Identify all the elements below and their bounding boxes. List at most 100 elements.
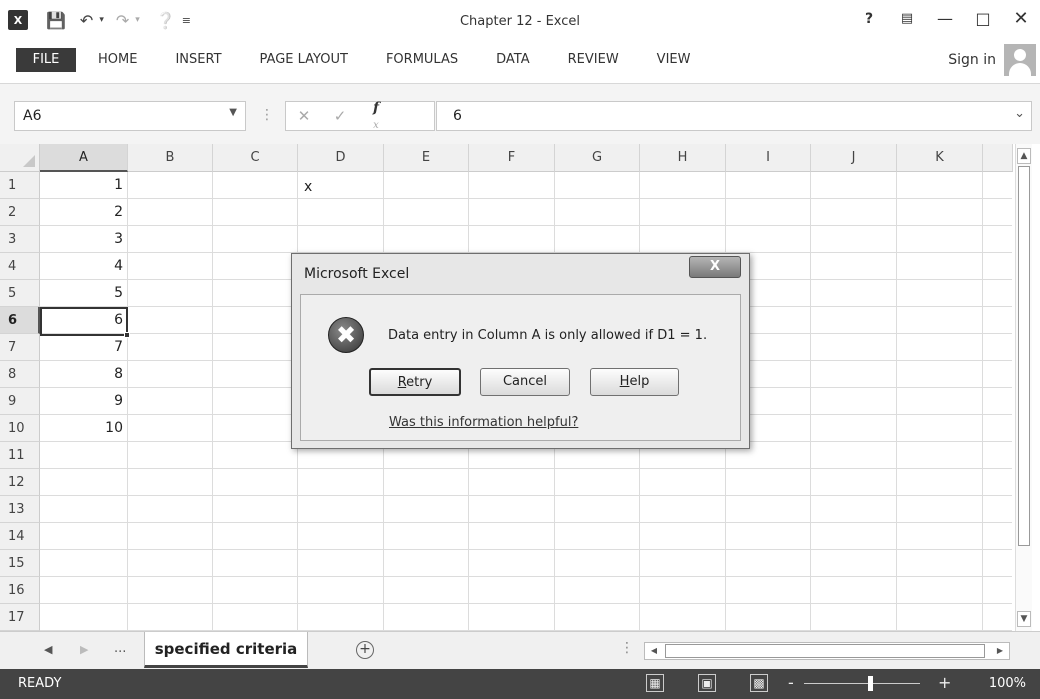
column-header-i[interactable]: I bbox=[726, 144, 811, 172]
tab-file[interactable]: FILE bbox=[16, 48, 76, 72]
column-header-e[interactable]: E bbox=[384, 144, 469, 172]
sign-in-link[interactable]: Sign in bbox=[948, 52, 996, 68]
cell-a8[interactable]: 8 bbox=[40, 361, 127, 388]
tab-data[interactable]: DATA bbox=[496, 48, 530, 72]
normal-view-icon[interactable]: ▦ bbox=[646, 674, 664, 692]
row-header-2[interactable]: 2 bbox=[0, 199, 40, 226]
row-header-4[interactable]: 4 bbox=[0, 253, 40, 280]
expand-formula-bar-icon[interactable]: ⌄ bbox=[1014, 106, 1025, 121]
excel-window: X 💾 ↶ ▾ ↷ ▾ ❔ ≡ Chapter 12 - Excel ? ▤ —… bbox=[0, 0, 1040, 699]
sheet-tab-specified-criteria[interactable]: specified criteria bbox=[144, 632, 308, 668]
row-header-5[interactable]: 5 bbox=[0, 280, 40, 307]
cell-d1[interactable]: x bbox=[300, 174, 384, 201]
row-header-9[interactable]: 9 bbox=[0, 388, 40, 415]
cell-a1[interactable]: 1 bbox=[40, 172, 127, 199]
row-header-10[interactable]: 10 bbox=[0, 415, 40, 442]
zoom-slider-thumb[interactable] bbox=[868, 676, 873, 691]
gridline bbox=[40, 225, 1012, 226]
name-box[interactable]: A6 ▼ bbox=[14, 101, 246, 131]
horizontal-scrollbar[interactable]: ◀ ▶ bbox=[644, 642, 1010, 660]
row-header-12[interactable]: 12 bbox=[0, 469, 40, 496]
sheet-prev-icon[interactable]: ◀ bbox=[44, 643, 52, 656]
enter-entry-icon[interactable]: ✓ bbox=[322, 107, 358, 125]
column-header-h[interactable]: H bbox=[640, 144, 726, 172]
gridline bbox=[40, 549, 1012, 550]
cell-a2[interactable]: 2 bbox=[40, 199, 127, 226]
tab-insert[interactable]: INSERT bbox=[175, 48, 221, 72]
formula-bar-splitter-icon[interactable]: ⋮ bbox=[260, 107, 274, 123]
scroll-up-icon[interactable]: ▲ bbox=[1017, 148, 1031, 164]
cell-a4[interactable]: 4 bbox=[40, 253, 127, 280]
row-header-16[interactable]: 16 bbox=[0, 577, 40, 604]
tab-formulas[interactable]: FORMULAS bbox=[386, 48, 458, 72]
column-header-c[interactable]: C bbox=[213, 144, 298, 172]
gridline bbox=[40, 198, 1012, 199]
row-header-17[interactable]: 17 bbox=[0, 604, 40, 631]
tab-view[interactable]: VIEW bbox=[657, 48, 691, 72]
tab-splitter-icon[interactable]: ⋮ bbox=[620, 640, 634, 656]
horizontal-scroll-thumb[interactable] bbox=[665, 644, 985, 658]
select-all-icon bbox=[23, 155, 35, 167]
row-header-6[interactable]: 6 bbox=[0, 307, 40, 334]
minimize-icon[interactable]: — bbox=[932, 9, 958, 28]
help-button[interactable]: Help bbox=[590, 368, 679, 396]
row-header-3[interactable]: 3 bbox=[0, 226, 40, 253]
retry-button[interactable]: Retry bbox=[369, 368, 461, 396]
new-sheet-button[interactable]: + bbox=[356, 641, 374, 659]
more-sheets-button[interactable]: ... bbox=[114, 641, 126, 656]
page-break-preview-icon[interactable]: ▩ bbox=[750, 674, 768, 692]
fill-handle[interactable] bbox=[124, 332, 130, 338]
row-header-1[interactable]: 1 bbox=[0, 172, 40, 199]
help-mnemonic: H bbox=[619, 374, 630, 389]
zoom-out-button[interactable]: - bbox=[788, 673, 794, 692]
scroll-down-icon[interactable]: ▼ bbox=[1017, 611, 1031, 627]
page-layout-view-icon[interactable]: ▣ bbox=[698, 674, 716, 692]
zoom-in-button[interactable]: + bbox=[938, 673, 951, 692]
cell-a7[interactable]: 7 bbox=[40, 334, 127, 361]
maximize-icon[interactable]: □ bbox=[970, 9, 996, 28]
vertical-scrollbar[interactable]: ▲ ▼ bbox=[1015, 144, 1032, 631]
row-header-8[interactable]: 8 bbox=[0, 361, 40, 388]
feedback-link[interactable]: Was this information helpful? bbox=[389, 415, 578, 430]
row-header-7[interactable]: 7 bbox=[0, 334, 40, 361]
select-all-button[interactable] bbox=[0, 144, 40, 172]
row-header-13[interactable]: 13 bbox=[0, 496, 40, 523]
help-icon[interactable]: ? bbox=[856, 11, 882, 27]
cancel-button[interactable]: Cancel bbox=[480, 368, 570, 396]
row-header-11[interactable]: 11 bbox=[0, 442, 40, 469]
ribbon-display-options-icon[interactable]: ▤ bbox=[894, 11, 920, 26]
cancel-entry-icon[interactable]: ✕ bbox=[286, 107, 322, 125]
zoom-level[interactable]: 100% bbox=[989, 676, 1026, 691]
gridline bbox=[982, 172, 983, 631]
scroll-right-icon[interactable]: ▶ bbox=[993, 644, 1007, 658]
sheet-next-icon[interactable]: ▶ bbox=[80, 643, 88, 656]
sheet-tab-bar: ◀ ▶ ... specified criteria + ⋮ ◀ ▶ bbox=[0, 631, 1040, 669]
name-box-dropdown-icon[interactable]: ▼ bbox=[229, 107, 237, 118]
column-header-j[interactable]: J bbox=[811, 144, 897, 172]
formula-input[interactable]: 6 ⌄ bbox=[436, 101, 1032, 131]
column-header-k[interactable]: K bbox=[897, 144, 983, 172]
formula-bar-area: A6 ▼ ⋮ ✕ ✓ fx 6 ⌄ bbox=[0, 84, 1040, 144]
tab-home[interactable]: HOME bbox=[98, 48, 137, 72]
close-icon[interactable]: ✕ bbox=[1008, 8, 1034, 29]
row-header-14[interactable]: 14 bbox=[0, 523, 40, 550]
avatar[interactable] bbox=[1004, 44, 1036, 76]
column-header-g[interactable]: G bbox=[555, 144, 640, 172]
column-header-d[interactable]: D bbox=[298, 144, 384, 172]
cell-a3[interactable]: 3 bbox=[40, 226, 127, 253]
cell-a5[interactable]: 5 bbox=[40, 280, 127, 307]
tab-page-layout[interactable]: PAGE LAYOUT bbox=[260, 48, 348, 72]
dialog-title: Microsoft Excel bbox=[304, 266, 410, 282]
vertical-scroll-thumb[interactable] bbox=[1018, 166, 1030, 546]
row-header-15[interactable]: 15 bbox=[0, 550, 40, 577]
scroll-left-icon[interactable]: ◀ bbox=[647, 644, 661, 658]
column-header-a[interactable]: A bbox=[40, 144, 128, 172]
cell-a10[interactable]: 10 bbox=[40, 415, 127, 442]
column-header-f[interactable]: F bbox=[469, 144, 555, 172]
cell-a9[interactable]: 9 bbox=[40, 388, 127, 415]
insert-function-icon[interactable]: fx bbox=[358, 100, 394, 132]
zoom-slider-track[interactable] bbox=[804, 683, 920, 684]
dialog-close-button[interactable]: X bbox=[689, 256, 741, 278]
tab-review[interactable]: REVIEW bbox=[568, 48, 619, 72]
column-header-b[interactable]: B bbox=[128, 144, 213, 172]
